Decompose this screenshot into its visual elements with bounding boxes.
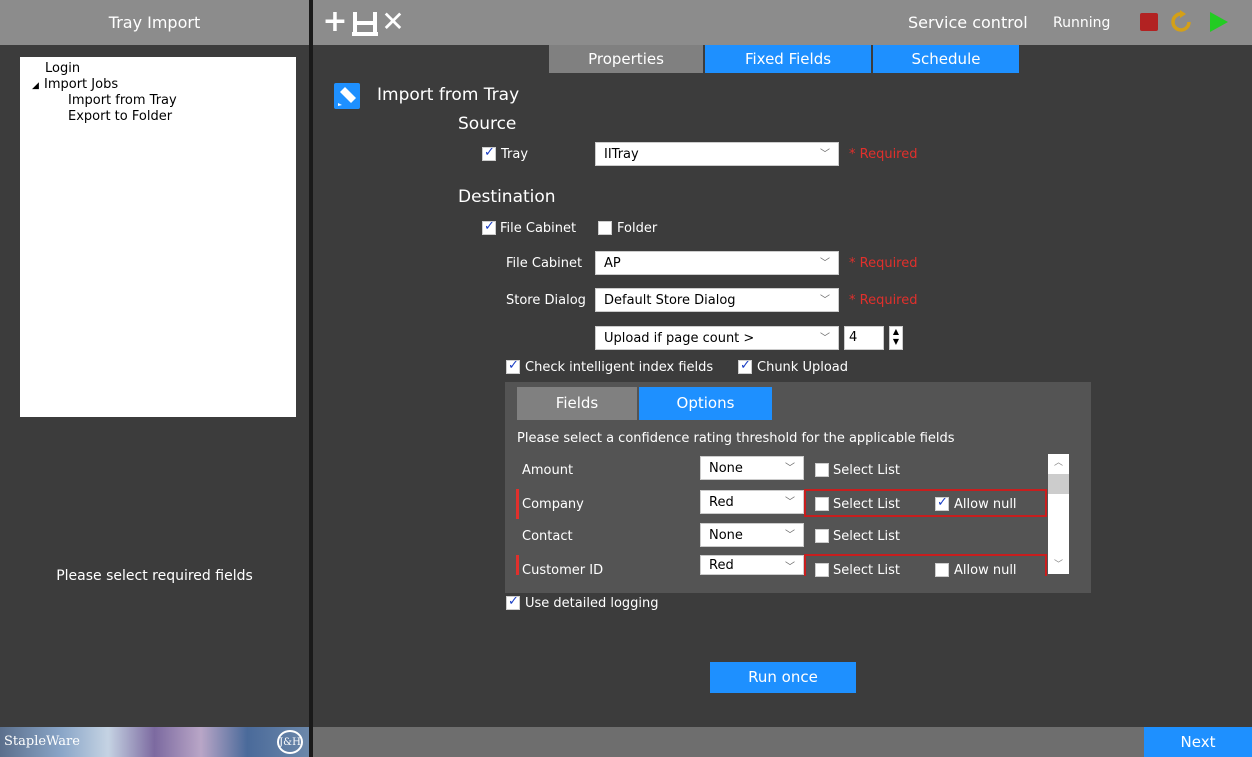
scroll-down-icon[interactable]: ﹀ <box>1048 556 1069 574</box>
select-list-label: Select List <box>833 529 900 544</box>
chevron-down-icon: ﹀ <box>785 463 795 474</box>
scroll-thumb[interactable] <box>1048 474 1069 494</box>
bottom-bar: Next <box>313 727 1252 757</box>
brand-banner: StapleWare J&H <box>0 727 309 757</box>
service-control-label: Service control <box>908 13 1028 32</box>
left-panel-title: Tray Import <box>0 0 309 45</box>
edit-pencil-icon <box>334 83 360 109</box>
tree-item-import-jobs[interactable]: ◢ Import Jobs <box>20 77 296 93</box>
file-cabinet-checkbox[interactable] <box>482 219 496 235</box>
stapleware-logo: StapleWare <box>4 734 80 749</box>
tab-schedule[interactable]: Schedule <box>873 45 1019 73</box>
upload-condition-select[interactable]: Upload if page count > ﹀ <box>595 326 839 350</box>
fields-options-panel: Fields Options Please select a confidenc… <box>505 382 1091 593</box>
tab-options[interactable]: Options <box>639 387 772 420</box>
select-list-checkbox-contact[interactable] <box>815 529 829 543</box>
check-intelligent-checkbox[interactable] <box>506 358 520 374</box>
file-cabinet-required: * Required <box>849 256 918 271</box>
next-button[interactable]: Next <box>1144 727 1252 757</box>
chunk-upload-label: Chunk Upload <box>757 360 849 375</box>
status-text: Please select required fields <box>56 568 253 584</box>
plus-icon[interactable]: + <box>321 6 349 38</box>
threshold-hint: Please select a confidence rating thresh… <box>517 431 955 446</box>
expand-arrow-icon[interactable]: ◢ <box>32 78 44 94</box>
chevron-down-icon: ﹀ <box>820 333 830 344</box>
tray-checkbox[interactable] <box>482 145 496 161</box>
chevron-down-icon: ﹀ <box>785 497 795 508</box>
select-list-label: Select List <box>833 497 900 512</box>
detailed-logging-label: Use detailed logging <box>525 596 659 611</box>
detailed-logging-checkbox[interactable] <box>506 594 520 610</box>
select-list-checkbox-amount[interactable] <box>815 463 829 477</box>
page-count-stepper[interactable]: ▲ ▼ <box>889 326 903 350</box>
select-list-checkbox-customer-id[interactable] <box>815 563 829 577</box>
left-panel: Tray Import Login ◢ Import Jobs Import fr… <box>0 0 309 757</box>
store-dialog-select[interactable]: Default Store Dialog ﹀ <box>595 288 839 312</box>
tray-required: * Required <box>849 147 918 162</box>
job-tree[interactable]: Login ◢ Import Jobs Import from Tray Expo… <box>20 57 296 417</box>
tray-checkbox-label: Tray <box>501 147 529 162</box>
fields-scrollbar[interactable]: ︿ ﹀ <box>1048 454 1069 574</box>
select-list-label: Select List <box>833 463 900 478</box>
file-cabinet-checkbox-label: File Cabinet <box>500 221 577 236</box>
folder-checkbox-label: Folder <box>617 221 658 236</box>
select-list-checkbox-company[interactable] <box>815 497 829 511</box>
tab-fixed-fields[interactable]: Fixed Fields <box>705 45 871 73</box>
tab-fields[interactable]: Fields <box>517 387 637 420</box>
threshold-select-contact[interactable]: None ﹀ <box>700 523 804 547</box>
file-cabinet-label: File Cabinet <box>506 256 583 271</box>
chevron-down-icon: ﹀ <box>785 562 795 573</box>
field-name-customer-id: Customer ID <box>522 563 604 578</box>
chevron-down-icon: ﹀ <box>820 258 830 269</box>
jh-logo: J&H <box>277 730 303 754</box>
job-title: Import from Tray <box>377 85 520 105</box>
tree-item-export-to-folder[interactable]: Export to Folder <box>20 109 296 125</box>
page-count-input[interactable]: 4 <box>844 326 884 350</box>
threshold-select-amount[interactable]: None ﹀ <box>700 456 804 480</box>
tab-properties[interactable]: Properties <box>549 45 703 73</box>
field-name-company: Company <box>522 497 584 512</box>
scroll-up-icon[interactable]: ︿ <box>1048 454 1069 472</box>
allow-null-label: Allow null <box>954 563 1017 578</box>
tree-item-import-from-tray[interactable]: Import from Tray <box>20 93 296 109</box>
folder-checkbox[interactable] <box>598 221 612 235</box>
allow-null-label: Allow null <box>954 497 1017 512</box>
threshold-select-customer-id[interactable]: Red ﹀ <box>700 555 804 575</box>
chunk-upload-checkbox[interactable] <box>738 358 752 374</box>
select-list-label: Select List <box>833 563 900 578</box>
restart-icon[interactable] <box>1170 9 1194 35</box>
service-status: Running <box>1053 15 1111 31</box>
store-dialog-label: Store Dialog <box>506 293 586 308</box>
chevron-down-icon: ﹀ <box>785 530 795 541</box>
file-cabinet-select[interactable]: AP ﹀ <box>595 251 839 275</box>
main-content: Import from Tray Source Tray IITray﹀ * R… <box>313 73 1252 727</box>
toolbar: + ✕ Service control Running <box>313 0 1252 45</box>
check-intelligent-label: Check intelligent index fields <box>525 360 714 375</box>
chevron-down-icon: ﹀ <box>820 295 830 306</box>
tray-select[interactable]: IITray ﹀ <box>595 142 839 166</box>
stop-icon[interactable] <box>1140 13 1158 31</box>
play-icon[interactable] <box>1210 12 1228 32</box>
required-marker <box>516 489 519 519</box>
run-once-button[interactable]: Run once <box>710 662 856 693</box>
store-dialog-required: * Required <box>849 293 918 308</box>
field-name-amount: Amount <box>522 463 574 478</box>
save-icon[interactable] <box>351 6 379 38</box>
field-name-contact: Contact <box>522 529 573 544</box>
threshold-select-company[interactable]: Red ﹀ <box>700 490 804 514</box>
required-marker <box>516 555 519 575</box>
chevron-down-icon: ﹀ <box>820 149 830 160</box>
allow-null-checkbox-company[interactable] <box>935 495 949 511</box>
tree-item-login[interactable]: Login <box>20 61 296 77</box>
close-icon[interactable]: ✕ <box>379 6 407 38</box>
source-heading: Source <box>458 114 517 134</box>
allow-null-checkbox-customer-id[interactable] <box>935 563 949 577</box>
destination-heading: Destination <box>458 187 556 207</box>
